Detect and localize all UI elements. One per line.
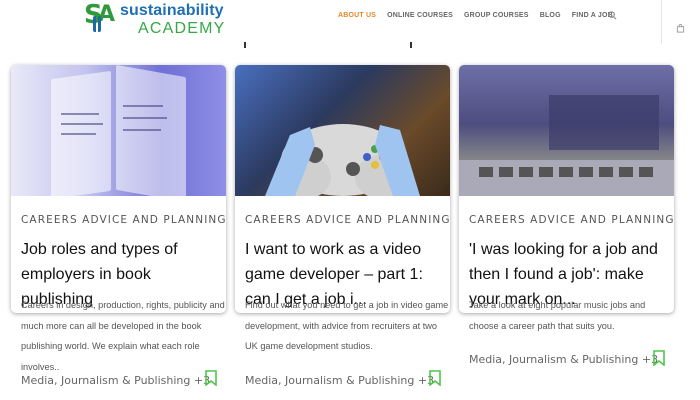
card-image-music-equipment[interactable] [459,65,674,196]
logo-text-bottom: ACADEMY [138,20,226,37]
card-excerpt: Find out what you need to get a job in v… [245,300,449,351]
card-tags[interactable]: Media, Journalism & Publishing +3 [469,353,658,366]
game-controller-illustration [265,124,420,196]
nav-blog[interactable]: BLOG [540,12,561,19]
article-card[interactable]: CAREERS ADVICE AND PLANNING I want to wo… [235,65,450,313]
nav-about-us[interactable]: ABOUT US [338,12,376,19]
card-excerpt: Take a look at eight popular music jobs … [469,300,646,331]
main-nav: ABOUT US ONLINE COURSES GROUP COURSES BL… [338,12,613,19]
search-icon[interactable] [608,11,617,20]
site-header: SA sustainability ACADEMY ABOUT US ONLIN… [0,0,700,44]
scroll-artifact [410,42,412,48]
bookmark-icon[interactable] [429,370,441,386]
card-category: CAREERS ADVICE AND PLANNING [21,214,226,226]
cart-icon[interactable] [676,24,685,33]
article-card[interactable]: CAREERS ADVICE AND PLANNING 'I was looki… [459,65,674,313]
card-tags[interactable]: Media, Journalism & Publishing +3 [21,374,210,387]
site-logo[interactable]: SA sustainability ACADEMY [84,0,226,38]
bookmark-icon[interactable] [205,370,217,386]
card-tags[interactable]: Media, Journalism & Publishing +3 [245,374,434,387]
card-image-books[interactable] [11,65,226,196]
card-image-game-controller[interactable] [235,65,450,196]
scroll-artifact [244,42,246,48]
logo-text-top: sustainability [120,2,224,19]
card-category: CAREERS ADVICE AND PLANNING [469,214,674,226]
nav-find-a-job[interactable]: FIND A JOB [572,12,613,19]
header-divider [661,0,662,44]
logo-icon: SA [84,0,116,32]
nav-group-courses[interactable]: GROUP COURSES [464,12,529,19]
article-card[interactable]: CAREERS ADVICE AND PLANNING Job roles an… [11,65,226,313]
bookmark-icon[interactable] [653,350,665,366]
card-category: CAREERS ADVICE AND PLANNING [245,214,450,226]
card-excerpt: Careers in design, production, rights, p… [21,300,225,372]
nav-online-courses[interactable]: ONLINE COURSES [387,12,453,19]
mixing-desk-illustration [459,95,674,196]
